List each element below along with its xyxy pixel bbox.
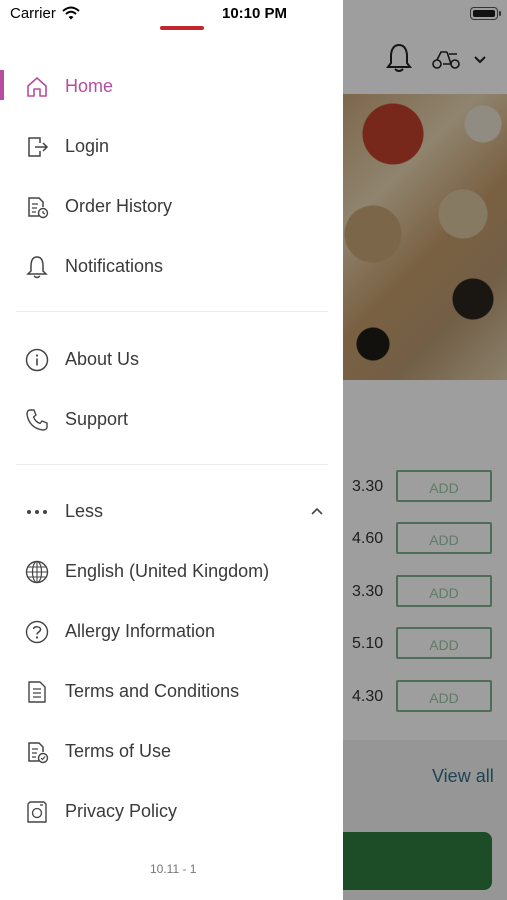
menu-item-allergy-information[interactable]: Allergy Information <box>0 609 343 653</box>
menu-item-label: Terms and Conditions <box>65 681 240 701</box>
phone-icon <box>26 409 48 431</box>
menu-item-login[interactable]: Login <box>0 124 343 168</box>
divider <box>16 311 328 312</box>
privacy-icon <box>27 801 47 823</box>
menu-item-terms-of-use[interactable]: Terms of Use <box>0 729 343 773</box>
menu-item-support[interactable]: Support <box>0 397 343 441</box>
app-version: 10.11 - 1 <box>150 862 197 876</box>
menu-item-language[interactable]: English (United Kingdom) <box>0 549 343 593</box>
menu-item-label: Login <box>65 136 110 156</box>
menu-item-label: Terms of Use <box>65 741 172 761</box>
side-drawer: Home Login Order History Notifications A… <box>0 0 343 900</box>
menu-item-label: Order History <box>65 196 173 216</box>
menu-item-home[interactable]: Home <box>0 64 343 108</box>
chevron-up-icon[interactable] <box>308 502 326 520</box>
menu-item-about-us[interactable]: About Us <box>0 337 343 381</box>
bell-icon <box>26 256 48 279</box>
document-icon <box>28 681 46 703</box>
globe-icon <box>25 560 49 584</box>
status-bar: Carrier 10:10 PM <box>0 0 507 28</box>
menu-item-label: Privacy Policy <box>65 801 178 821</box>
wifi-icon <box>62 6 80 20</box>
menu-item-label: Allergy Information <box>65 621 216 641</box>
question-icon <box>25 620 49 644</box>
order-history-icon <box>28 197 49 219</box>
document-check-icon <box>28 742 49 764</box>
menu-item-notifications[interactable]: Notifications <box>0 244 343 288</box>
menu-item-label: Less <box>65 501 104 521</box>
clock: 10:10 PM <box>222 5 288 22</box>
info-icon <box>25 348 49 372</box>
menu-item-label: Notifications <box>65 256 164 276</box>
menu-item-order-history[interactable]: Order History <box>0 184 343 228</box>
more-dots-icon <box>27 510 47 514</box>
drawer-overlay[interactable] <box>343 0 507 900</box>
menu-item-label: Support <box>65 409 129 429</box>
menu-item-label: About Us <box>65 349 140 369</box>
menu-item-label: English (United Kingdom) <box>65 561 270 581</box>
menu-item-label: Home <box>65 76 114 96</box>
menu-item-terms-and-conditions[interactable]: Terms and Conditions <box>0 669 343 713</box>
divider <box>16 464 328 465</box>
menu-item-less[interactable]: Less <box>0 489 343 533</box>
battery-icon <box>470 7 498 20</box>
menu-item-privacy-policy[interactable]: Privacy Policy <box>0 789 343 833</box>
battery-cap <box>499 11 501 16</box>
home-icon <box>27 77 47 97</box>
login-icon <box>28 137 49 157</box>
carrier-label: Carrier <box>10 5 56 22</box>
